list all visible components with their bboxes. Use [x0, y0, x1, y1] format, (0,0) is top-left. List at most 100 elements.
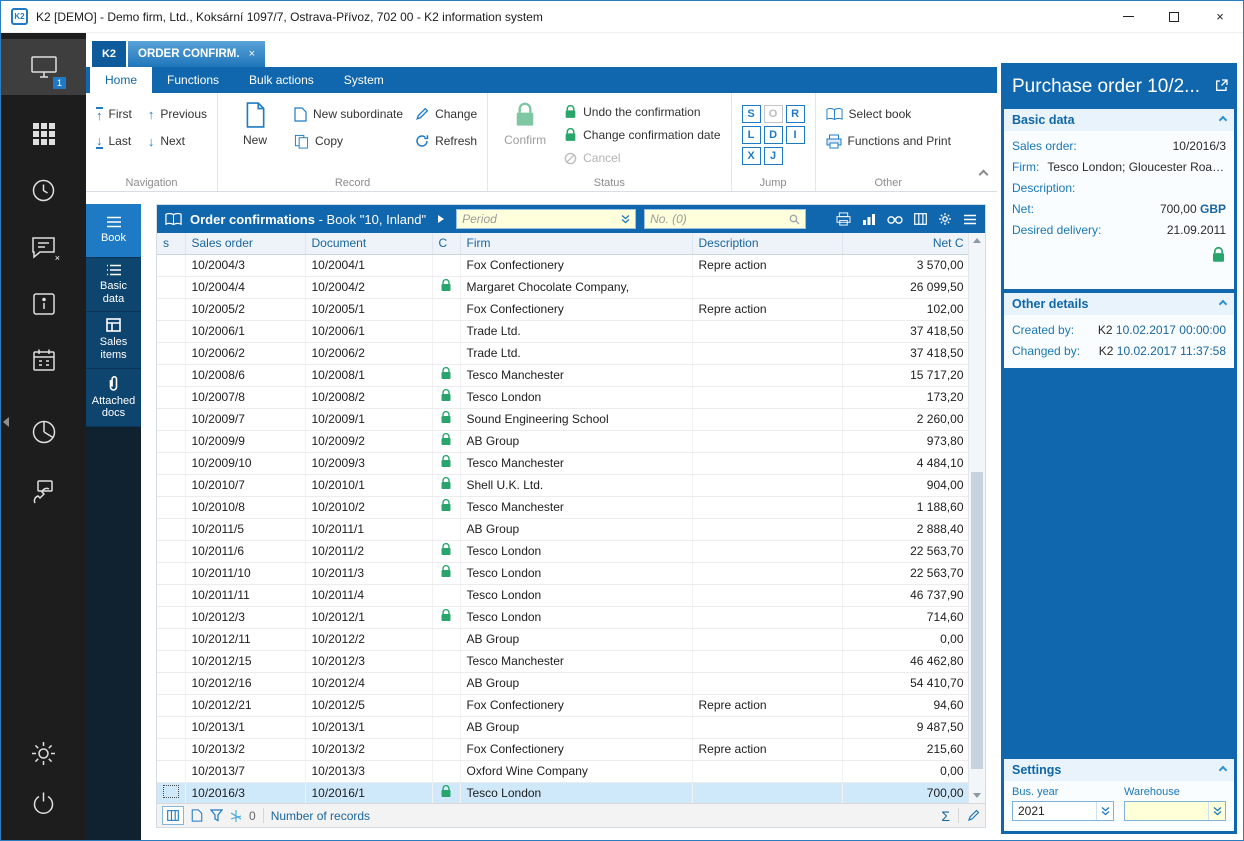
ribbon-tab-bulk-actions[interactable]: Bulk actions [234, 67, 329, 93]
grid-settings-button[interactable] [938, 212, 952, 226]
open-in-window-icon[interactable] [1215, 79, 1228, 97]
select-book-button[interactable]: Select book [826, 105, 951, 123]
form-view-toggle[interactable] [191, 809, 203, 822]
jump-s-button[interactable]: S [742, 105, 761, 123]
tab-close-icon[interactable]: × [249, 48, 255, 60]
tab-basic-data[interactable]: Basic data [86, 258, 141, 312]
table-row[interactable]: 10/2012/1110/2012/2AB Group0,00 [157, 628, 968, 650]
table-row[interactable]: 10/2006/210/2006/2Trade Ltd.37 418,50 [157, 342, 968, 364]
next-button[interactable]: ↓Next [148, 132, 207, 150]
first-button[interactable]: ↑First [96, 105, 132, 123]
table-row[interactable]: 10/2007/810/2008/2Tesco London173,20 [157, 386, 968, 408]
last-button[interactable]: ↓Last [96, 132, 132, 150]
table-row[interactable]: 10/2008/610/2008/1Tesco Manchester15 717… [157, 364, 968, 386]
table-row[interactable]: 10/2016/310/2016/1Tesco London700,00 [157, 782, 968, 803]
tab-attached-docs[interactable]: Attached docs [86, 369, 141, 427]
ribbon-tab-home[interactable]: Home [90, 67, 152, 93]
col-header-firm[interactable]: Firm [460, 233, 692, 254]
filter-star-icon[interactable] [230, 810, 242, 822]
sidebar-item-reports[interactable] [1, 407, 86, 457]
search-binoculars-button[interactable] [887, 213, 903, 225]
collapse-ribbon-button[interactable] [980, 165, 987, 183]
filter-button[interactable] [210, 809, 223, 822]
section-settings[interactable]: Settings [1004, 759, 1234, 781]
edit-button[interactable] [967, 809, 980, 822]
settings-combo[interactable] [1124, 801, 1226, 821]
col-header-net[interactable]: Net C [842, 233, 968, 254]
section-other-details[interactable]: Other details [1004, 293, 1234, 315]
refresh-button[interactable]: Refresh [415, 132, 477, 150]
ribbon-tab-system[interactable]: System [329, 67, 399, 93]
jump-o-button[interactable]: O [764, 105, 783, 123]
confirm-button[interactable]: Confirm [498, 97, 552, 175]
table-row[interactable]: 10/2012/1510/2012/3Tesco Manchester46 46… [157, 650, 968, 672]
table-row[interactable]: 10/2012/2110/2012/5Fox ConfectioneryRepr… [157, 694, 968, 716]
tab-book[interactable]: Book [86, 204, 141, 258]
chart-button[interactable] [862, 213, 876, 226]
table-row[interactable]: 10/2011/1110/2011/4Tesco London46 737,90 [157, 584, 968, 606]
collapse-sidebar-handle[interactable] [1, 409, 10, 435]
sidebar-item-power[interactable] [1, 778, 86, 828]
settings-combo[interactable]: 2021 [1012, 801, 1114, 821]
table-row[interactable]: 10/2012/310/2012/1Tesco London714,60 [157, 606, 968, 628]
table-row[interactable]: 10/2004/410/2004/2Margaret Chocolate Com… [157, 276, 968, 298]
number-search-input[interactable]: No. (0) [644, 209, 806, 229]
sidebar-item-info[interactable] [1, 279, 86, 329]
change-confirmation-date-button[interactable]: Change confirmation date [564, 126, 720, 144]
maximize-button[interactable] [1151, 1, 1197, 32]
copy-button[interactable]: Copy [294, 132, 403, 150]
sidebar-item-phone[interactable] [1, 467, 86, 517]
tab-order-confirm[interactable]: ORDER CONFIRM. × [128, 41, 265, 67]
scrollbar-thumb[interactable] [971, 472, 983, 768]
sidebar-item-desktops[interactable]: 1 [1, 39, 86, 95]
table-row[interactable]: 10/2011/610/2011/2Tesco London22 563,70 [157, 540, 968, 562]
grid-menu-button[interactable] [963, 214, 977, 225]
sum-button[interactable]: Σ [941, 808, 950, 824]
browse-view-toggle[interactable] [162, 806, 184, 825]
columns-button[interactable] [914, 213, 927, 225]
table-row[interactable]: 10/2009/1010/2009/3Tesco Manchester4 484… [157, 452, 968, 474]
col-header-confirmed[interactable]: C [432, 233, 460, 254]
tab-sales-items[interactable]: Sales items [86, 312, 141, 368]
table-row[interactable]: 10/2013/210/2013/2Fox ConfectioneryRepre… [157, 738, 968, 760]
table-row[interactable]: 10/2004/310/2004/1Fox ConfectioneryRepre… [157, 254, 968, 276]
jump-l-button[interactable]: L [742, 126, 761, 144]
functions-and-print-button[interactable]: Functions and Print [826, 132, 951, 150]
sidebar-item-calendar[interactable] [1, 335, 86, 385]
jump-x-button[interactable]: X [742, 147, 761, 165]
table-row[interactable]: 10/2013/110/2013/1AB Group9 487,50 [157, 716, 968, 738]
vertical-scrollbar[interactable] [968, 233, 985, 803]
new-subordinate-button[interactable]: New subordinate [294, 105, 403, 123]
table-row[interactable]: 10/2011/510/2011/1AB Group2 888,40 [157, 518, 968, 540]
table-row[interactable]: 10/2005/210/2005/1Fox ConfectioneryRepre… [157, 298, 968, 320]
col-header-state[interactable]: s [157, 233, 185, 254]
sidebar-item-modules[interactable] [1, 109, 86, 159]
period-filter[interactable]: Period [456, 209, 636, 229]
sidebar-item-settings[interactable] [1, 728, 86, 778]
minimize-button[interactable] [1105, 1, 1151, 32]
section-basic-data[interactable]: Basic data [1004, 109, 1234, 131]
table-row[interactable]: 10/2009/910/2009/2AB Group973,80 [157, 430, 968, 452]
table-row[interactable]: 10/2006/110/2006/1Trade Ltd.37 418,50 [157, 320, 968, 342]
jump-r-button[interactable]: R [786, 105, 805, 123]
table-row[interactable]: 10/2009/710/2009/1Sound Engineering Scho… [157, 408, 968, 430]
sidebar-item-recent[interactable] [1, 165, 86, 215]
col-header-document[interactable]: Document [305, 233, 432, 254]
table-row[interactable]: 10/2010/710/2010/1Shell U.K. Ltd.904,00 [157, 474, 968, 496]
close-button[interactable]: × [1197, 1, 1243, 32]
undo-confirmation-button[interactable]: Undo the confirmation [564, 103, 720, 121]
table-row[interactable]: 10/2013/710/2013/3Oxford Wine Company0,0… [157, 760, 968, 782]
cancel-button[interactable]: Cancel [564, 149, 720, 167]
jump-j-button[interactable]: J [764, 147, 783, 165]
new-button[interactable]: New [228, 97, 282, 175]
col-header-description[interactable]: Description [692, 233, 842, 254]
jump-i-button[interactable]: I [786, 126, 805, 144]
book-dropdown-caret[interactable] [438, 215, 444, 223]
table-row[interactable]: 10/2010/810/2010/2Tesco Manchester1 188,… [157, 496, 968, 518]
scroll-down-icon[interactable] [969, 788, 985, 803]
tab-k2-home[interactable]: K2 [92, 41, 126, 67]
table-row[interactable]: 10/2012/1610/2012/4AB Group54 410,70 [157, 672, 968, 694]
scroll-up-icon[interactable] [969, 233, 985, 248]
change-button[interactable]: Change [415, 105, 477, 123]
sidebar-item-messages[interactable]: × [1, 223, 86, 273]
